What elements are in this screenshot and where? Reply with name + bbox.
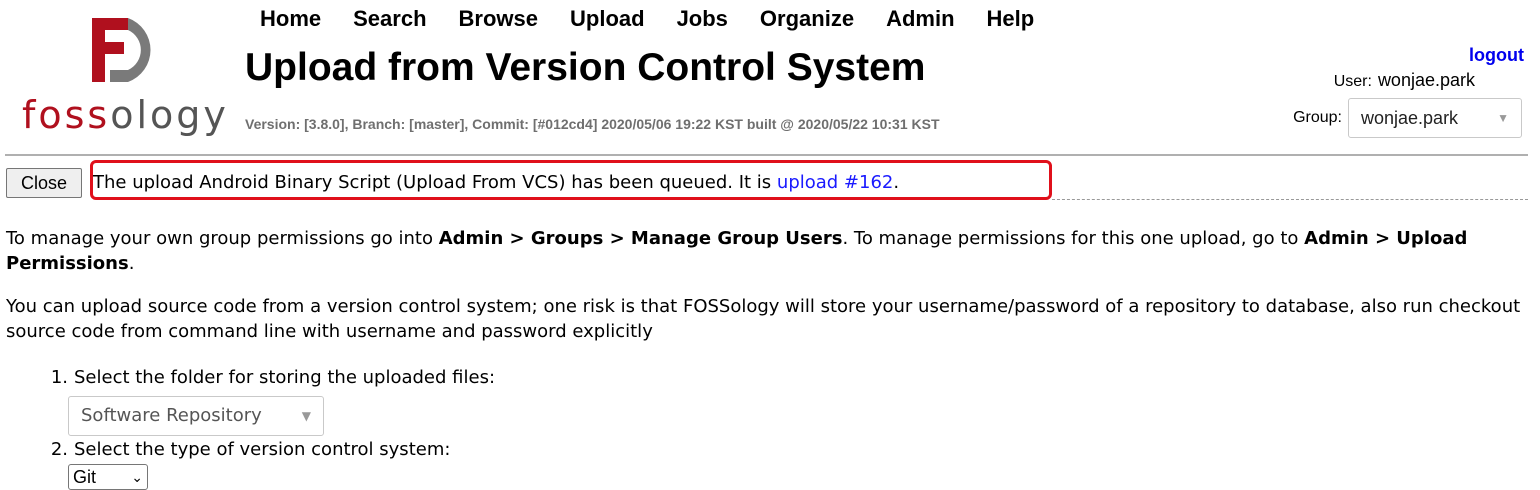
vcs-risk-info: You can upload source code from a versio… xyxy=(6,296,1521,342)
chevron-down-icon: ⌄ xyxy=(131,469,143,485)
permissions-text-3: . xyxy=(128,253,135,274)
user-label: User: xyxy=(1333,73,1372,90)
page-title: Upload from Version Control System xyxy=(245,46,926,89)
vcs-type-value: Git xyxy=(73,467,97,487)
logo-wordmark: fossology xyxy=(22,93,229,137)
fossology-logo-mark xyxy=(92,18,151,82)
version-info: Version: [3.8.0], Branch: [master], Comm… xyxy=(245,116,940,132)
queued-message-text: The upload Android Binary Script (Upload… xyxy=(93,172,777,193)
logout-link[interactable]: logout xyxy=(1469,45,1524,66)
group-select[interactable]: wonjae.park ▼ xyxy=(1348,98,1522,138)
group-selector: Group: wonjae.park ▼ xyxy=(1293,98,1522,138)
main-nav: Home Search Browse Upload Jobs Organize … xyxy=(260,6,1066,32)
step-folder: 1. Select the folder for storing the upl… xyxy=(40,366,495,390)
folder-select-value: Software Repository xyxy=(81,405,262,426)
upload-link[interactable]: upload #162 xyxy=(777,172,893,193)
nav-admin[interactable]: Admin xyxy=(886,6,954,32)
upload-steps: 1. Select the folder for storing the upl… xyxy=(40,366,495,490)
user-info: User: wonjae.park xyxy=(1334,70,1475,91)
step-label: Select the folder for storing the upload… xyxy=(74,367,496,388)
permissions-info: To manage your own group permissions go … xyxy=(6,226,1531,276)
chevron-down-icon: ▼ xyxy=(301,409,311,423)
nav-upload[interactable]: Upload xyxy=(570,6,645,32)
nav-help[interactable]: Help xyxy=(987,6,1035,32)
nav-browse[interactable]: Browse xyxy=(459,6,538,32)
header-divider xyxy=(5,154,1528,156)
close-message-button[interactable]: Close xyxy=(6,168,82,198)
permissions-text-2: . To manage permissions for this one upl… xyxy=(842,228,1305,249)
queued-message-tail: . xyxy=(893,172,900,193)
group-select-value: wonjae.park xyxy=(1361,107,1459,128)
folder-select[interactable]: Software Repository ▼ xyxy=(68,396,324,436)
chevron-down-icon: ▼ xyxy=(1497,111,1509,125)
group-label: Group: xyxy=(1293,109,1342,126)
nav-search[interactable]: Search xyxy=(353,6,426,32)
vcs-type-select[interactable]: Git ⌄ xyxy=(68,464,148,490)
message-divider xyxy=(1052,199,1528,200)
permissions-text-1: To manage your own group permissions go … xyxy=(6,228,439,249)
fossology-logo[interactable]: fossology xyxy=(10,12,235,137)
user-name: wonjae.park xyxy=(1377,70,1475,90)
nav-organize[interactable]: Organize xyxy=(760,6,854,32)
step-vcs-type: 2. Select the type of version control sy… xyxy=(40,438,495,462)
nav-jobs[interactable]: Jobs xyxy=(677,6,728,32)
step-label: Select the type of version control syste… xyxy=(74,439,451,460)
nav-home[interactable]: Home xyxy=(260,6,321,32)
step-number: 1. xyxy=(50,367,68,388)
step-number: 2. xyxy=(50,439,68,460)
groups-path: Admin > Groups > Manage Group Users xyxy=(438,228,843,249)
queued-message: The upload Android Binary Script (Upload… xyxy=(93,172,899,193)
